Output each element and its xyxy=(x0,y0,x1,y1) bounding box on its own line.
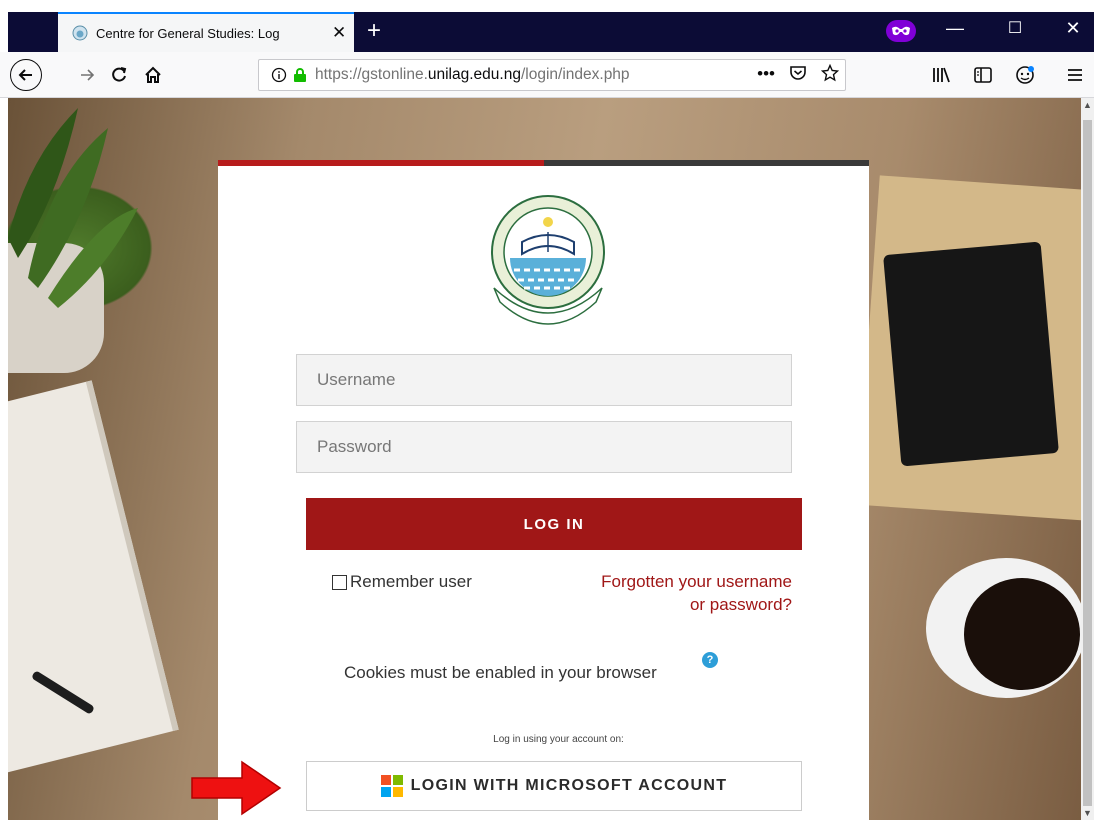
info-icon[interactable] xyxy=(271,67,287,83)
scroll-down-icon[interactable]: ▼ xyxy=(1081,808,1094,818)
coffee-cup-image xyxy=(926,558,1081,698)
reload-icon[interactable] xyxy=(104,60,134,90)
card-accent-red xyxy=(218,160,544,166)
forgot-password-link[interactable]: Forgotten your username or password? xyxy=(564,570,792,616)
menu-icon[interactable] xyxy=(1060,60,1090,90)
card-accent-dark xyxy=(544,160,869,166)
window-close-button[interactable]: ✕ xyxy=(1058,18,1088,39)
scroll-up-icon[interactable]: ▲ xyxy=(1081,100,1094,110)
scrollbar-thumb[interactable] xyxy=(1083,120,1092,806)
login-card: Username Password LOG IN Remember user F… xyxy=(218,160,869,820)
remember-user-checkbox[interactable]: Remember user xyxy=(332,572,472,592)
forward-icon[interactable] xyxy=(72,60,102,90)
microsoft-login-button[interactable]: LOGIN WITH MICROSOFT ACCOUNT xyxy=(306,761,802,811)
sidebar-icon[interactable] xyxy=(968,60,998,90)
username-input[interactable]: Username xyxy=(296,354,792,406)
url-path: /login/index.php xyxy=(520,66,630,83)
notebook-image xyxy=(8,380,179,776)
tab-strip: Centre for General Studies: Log ✕ + — ☐ … xyxy=(8,12,1094,52)
red-arrow-icon xyxy=(191,760,282,816)
plant-leaves-image xyxy=(8,108,138,308)
navigation-toolbar: https://gstonline.unilag.edu.ng/login/in… xyxy=(0,52,1094,98)
url-prefix: https://gstonline. xyxy=(315,66,428,83)
remember-user-label: Remember user xyxy=(350,572,472,591)
login-using-text: Log in using your account on: xyxy=(493,734,624,745)
forgot-line-2[interactable]: or password? xyxy=(564,593,792,616)
tab-close-icon[interactable]: ✕ xyxy=(332,23,346,43)
vertical-scrollbar[interactable]: ▲ ▼ xyxy=(1081,98,1094,820)
bookmark-star-icon[interactable] xyxy=(821,64,839,82)
forgot-line-1[interactable]: Forgotten your username xyxy=(564,570,792,593)
home-icon[interactable] xyxy=(138,60,168,90)
maximize-button[interactable]: ☐ xyxy=(1000,18,1030,38)
page-actions-icon[interactable]: ••• xyxy=(757,64,775,84)
library-icon[interactable] xyxy=(926,60,956,90)
help-icon[interactable]: ? xyxy=(702,652,718,668)
login-button[interactable]: LOG IN xyxy=(306,498,802,550)
microsoft-login-label: LOGIN WITH MICROSOFT ACCOUNT xyxy=(410,777,728,794)
black-notebook-image xyxy=(883,241,1059,467)
profile-icon[interactable] xyxy=(1010,60,1040,90)
microsoft-logo-icon xyxy=(380,775,403,797)
tab-title: Centre for General Studies: Log xyxy=(96,25,280,41)
university-logo xyxy=(491,195,605,325)
site-favicon-icon xyxy=(72,25,88,41)
cookies-notice: Cookies must be enabled in your browser xyxy=(344,663,657,682)
minimize-button[interactable]: — xyxy=(940,18,970,39)
active-tab[interactable]: Centre for General Studies: Log ✕ xyxy=(58,12,354,52)
back-icon[interactable] xyxy=(10,59,42,91)
checkbox-icon[interactable] xyxy=(332,574,347,590)
url-domain: unilag.edu.ng xyxy=(427,66,521,83)
lock-icon[interactable] xyxy=(293,67,307,83)
private-browsing-icon xyxy=(886,20,916,42)
address-bar[interactable]: https://gstonline.unilag.edu.ng/login/in… xyxy=(258,59,846,91)
url-text: https://gstonline.unilag.edu.ng/login/in… xyxy=(315,66,630,84)
new-tab-button[interactable]: + xyxy=(360,16,388,46)
pocket-icon[interactable] xyxy=(789,64,807,82)
password-input[interactable]: Password xyxy=(296,421,792,473)
